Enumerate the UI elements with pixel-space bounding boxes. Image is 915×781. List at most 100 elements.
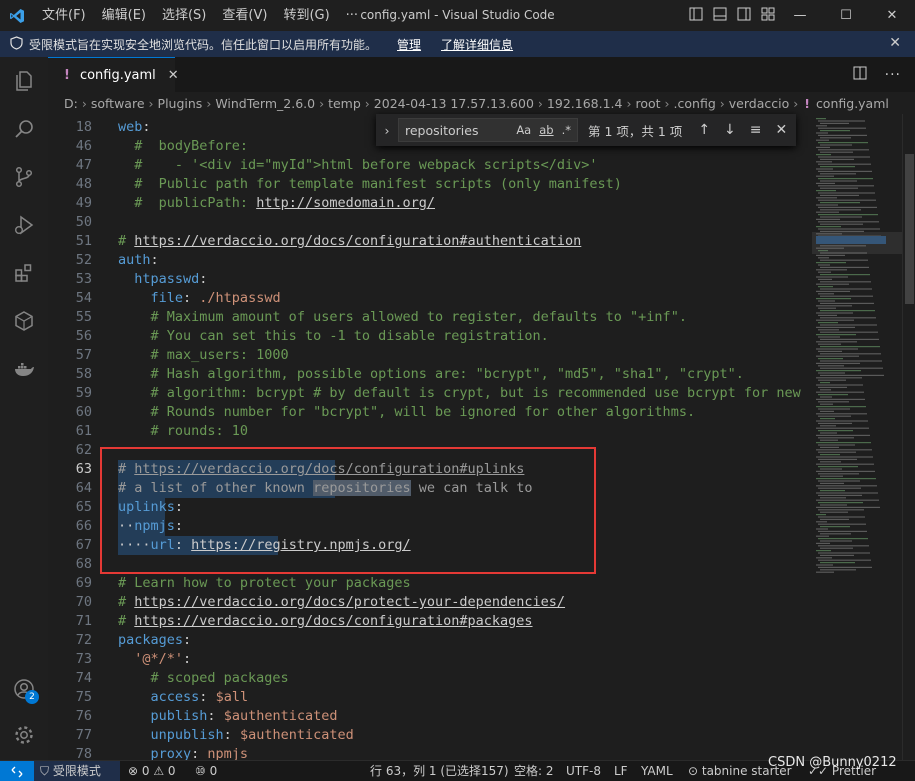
line-number: 61 [75,423,92,439]
code-line[interactable]: 67 ····url: https://registry.npmjs.org/ [48,536,812,555]
code-line[interactable]: 56 # You can set this to -1 to disable r… [48,327,812,346]
code-line[interactable]: 47 # - '<div id="myId">html before webpa… [48,156,812,175]
code-line[interactable]: 74 # scoped packages [48,669,812,688]
search-icon[interactable] [0,105,48,153]
code-line[interactable]: 53 htpasswd: [48,270,812,289]
extensions-icon[interactable] [0,249,48,297]
close-find-icon[interactable]: ✕ [776,122,788,138]
breadcrumb-host[interactable]: 192.168.1.4 [547,96,623,111]
encoding-status[interactable]: UTF-8 [566,761,601,781]
code-line[interactable]: 61 # rounds: 10 [48,422,812,441]
eol-status[interactable]: LF [614,761,628,781]
remote-explorer-icon[interactable] [0,297,48,345]
menu-selection[interactable]: 选择(S) [154,0,214,31]
match-case-toggle[interactable]: Aa [516,123,531,137]
code-line[interactable]: 75 access: $all [48,688,812,707]
minimap[interactable] [812,114,902,760]
code-line[interactable]: 49 # publicPath: http://somedomain.org/ [48,194,812,213]
language-mode-status[interactable]: YAML [641,761,673,781]
toggle-sidebar-icon[interactable] [689,7,703,24]
close-window-button[interactable]: ✕ [869,0,915,31]
code-line[interactable]: 60 # Rounds number for "bcrypt", will be… [48,403,812,422]
split-editor-icon[interactable] [853,66,867,83]
minimap-viewport[interactable] [812,232,902,254]
code-line[interactable]: 77 unpublish: $authenticated [48,726,812,745]
code-line[interactable]: 50 [48,213,812,232]
banner-details-link[interactable]: 了解详细信息 [441,36,513,53]
ports-status[interactable]: ⑩ 0 [195,761,217,781]
maximize-button[interactable]: ☐ [823,0,869,31]
minimap-line [818,480,860,482]
menu-edit[interactable]: 编辑(E) [94,0,154,31]
code-line[interactable]: 48 # Public path for template manifest s… [48,175,812,194]
code-line[interactable]: 76 publish: $authenticated [48,707,812,726]
source-control-icon[interactable] [0,153,48,201]
run-debug-icon[interactable] [0,201,48,249]
cursor-position-status[interactable]: 行 63，列 1 (已选择157) [370,761,509,781]
menu-file[interactable]: 文件(F) [34,0,94,31]
breadcrumb-drive[interactable]: D: [64,96,78,111]
accounts-icon[interactable]: 2 [0,665,48,713]
vertical-scrollbar[interactable] [902,114,915,760]
toggle-panel-icon[interactable] [713,7,727,24]
settings-gear-icon[interactable] [0,711,48,759]
minimize-button[interactable]: — [777,0,823,31]
breadcrumb-windterm[interactable]: WindTerm_2.6.0 [215,96,315,111]
find-in-selection-icon[interactable]: ≡ [750,122,762,138]
problems-status[interactable]: ⊗ 0 ⚠ 0 [128,761,176,781]
breadcrumb-session[interactable]: 2024-04-13 17.57.13.600 [374,96,534,111]
menu-more[interactable]: ··· [338,0,366,31]
minimap-line [816,290,850,292]
code-line[interactable]: 72 packages: [48,631,812,650]
code-line[interactable]: 51 # https://verdaccio.org/docs/configura… [48,232,812,251]
find-input[interactable]: repositories Aa ab .* [398,118,578,142]
customize-layout-icon[interactable] [761,7,775,24]
code-line[interactable]: 62 [48,441,812,460]
remote-indicator-icon[interactable] [0,761,34,781]
code-line[interactable]: 66 ··npmjs: [48,517,812,536]
banner-manage-link[interactable]: 管理 [397,36,421,53]
previous-match-icon[interactable]: ↑ [698,122,710,138]
menu-view[interactable]: 查看(V) [214,0,275,31]
scrollbar-thumb[interactable] [905,154,914,304]
code-line[interactable]: 58 # Hash algorithm, possible options ar… [48,365,812,384]
breadcrumb-root[interactable]: root [635,96,660,111]
code-line[interactable]: 68 [48,555,812,574]
tab-config-yaml[interactable]: ! config.yaml ✕ [48,57,179,92]
code-line[interactable]: 69 # Learn how to protect your packages [48,574,812,593]
code-line[interactable]: 63 # https://verdaccio.org/docs/configura… [48,460,812,479]
code-line[interactable]: 59 # algorithm: bcrypt # by default is c… [48,384,812,403]
match-whole-word-toggle[interactable]: ab [539,123,553,137]
indentation-status[interactable]: 空格: 2 [514,761,554,781]
explorer-icon[interactable] [0,57,48,105]
code-line[interactable]: 64 # a list of other known repositories w… [48,479,812,498]
restricted-mode-status[interactable]: ⛉ 受限模式 [34,761,120,781]
breadcrumb-software[interactable]: software [91,96,145,111]
next-match-icon[interactable]: ↓ [724,122,736,138]
breadcrumb-verdaccio[interactable]: verdaccio [729,96,789,111]
breadcrumb-plugins[interactable]: Plugins [158,96,203,111]
toggle-replace-icon[interactable]: › [376,123,398,138]
more-actions-icon[interactable]: ··· [885,67,901,83]
use-regex-toggle[interactable]: .* [562,123,571,137]
docker-icon[interactable] [0,345,48,393]
minimap-line [818,278,832,280]
banner-close-icon[interactable]: ✕ [889,35,901,51]
line-code: # Learn how to protect your packages [118,574,411,593]
code-line[interactable]: 65 uplinks: [48,498,812,517]
code-line[interactable]: 54 file: ./htpasswd [48,289,812,308]
breadcrumb-config[interactable]: .config [674,96,716,111]
tab-close-icon[interactable]: ✕ [168,68,179,83]
breadcrumb-file[interactable]: config.yaml [816,96,889,111]
code-line[interactable]: 52 auth: [48,251,812,270]
code-editor[interactable]: 18 web: 46 # bodyBefore: 47 # - '<div id="m… [48,114,812,760]
toggle-secondary-sidebar-icon[interactable] [737,7,751,24]
code-line[interactable]: 70 # https://verdaccio.org/docs/protect-y… [48,593,812,612]
code-line[interactable]: 55 # Maximum amount of users allowed to … [48,308,812,327]
breadcrumb-temp[interactable]: temp [328,96,361,111]
code-line[interactable]: 71 # https://verdaccio.org/docs/configura… [48,612,812,631]
code-line[interactable]: 57 # max_users: 1000 [48,346,812,365]
code-line[interactable]: 73 '@*/*': [48,650,812,669]
menu-go[interactable]: 转到(G) [275,0,337,31]
code-line[interactable]: 78 proxy: npmjs [48,745,812,760]
